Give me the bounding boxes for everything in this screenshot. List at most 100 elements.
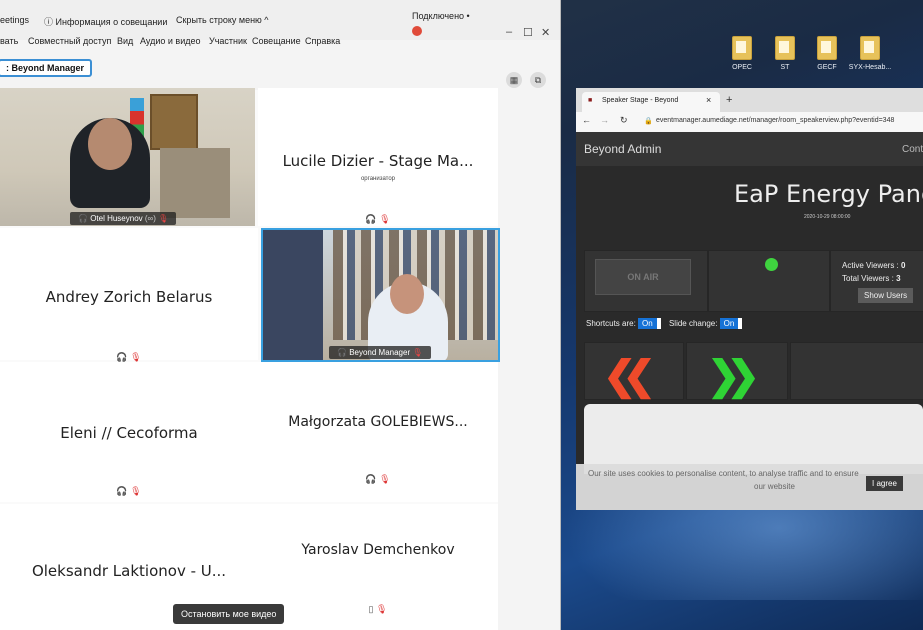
- menu-item-participant[interactable]: Участник: [209, 36, 247, 46]
- browser-tabstrip: ■ Speaker Stage - Beyond × +: [576, 88, 923, 112]
- tab-close-icon[interactable]: ×: [706, 95, 711, 105]
- cookie-link[interactable]: our website: [754, 482, 795, 491]
- mic-muted-icon: 🎧 🎙: [365, 474, 391, 484]
- participant-video-beyond-manager[interactable]: 🎧 Beyond Manager 🎙: [261, 228, 500, 362]
- new-tab-button[interactable]: +: [726, 94, 732, 106]
- next-slide-icon: ❯❯: [707, 354, 760, 398]
- desktop-icon-opec[interactable]: OPEC: [720, 36, 764, 71]
- meeting-info-button[interactable]: ⓘ Информация о совещании: [44, 15, 167, 28]
- mic-muted-icon: 🎧 🎙: [116, 486, 142, 496]
- cookie-banner: Our site uses cookies to personalise con…: [576, 464, 923, 510]
- prev-slide-icon: ❮❮: [603, 354, 656, 398]
- active-viewers-count: 0: [901, 261, 906, 270]
- desktop-icon-label: SYX-Hesab...: [848, 64, 892, 71]
- shortcuts-toggle[interactable]: On: [638, 318, 661, 329]
- total-viewers-count: 3: [896, 274, 901, 283]
- desktop-icon-gecf[interactable]: GECF: [805, 36, 849, 71]
- active-viewers: Active Viewers : 0: [842, 261, 905, 270]
- cookie-agree-button[interactable]: I agree: [866, 476, 903, 491]
- browser-tab[interactable]: ■ Speaker Stage - Beyond ×: [582, 92, 720, 112]
- slide-change-toggle[interactable]: On: [719, 318, 743, 329]
- site-nav-link[interactable]: Cont: [902, 144, 923, 155]
- total-viewers-label: Total Viewers :: [842, 274, 894, 283]
- pop-out-icon[interactable]: ⧉: [530, 72, 546, 88]
- desktop-icon-label: GECF: [817, 64, 837, 71]
- total-viewers: Total Viewers : 3: [842, 274, 901, 283]
- meeting-window: eetings ⓘ Информация о совещании Скрыть …: [0, 0, 561, 630]
- site-favicon-icon: ■: [588, 97, 593, 104]
- participant-name: Andrey Zorich Belarus: [45, 288, 213, 306]
- participant-tile-yaroslav[interactable]: Yaroslav Demchenkov ▯ 🎙: [258, 504, 498, 630]
- participant-name: Małgorzata GOLEBIEWS...: [288, 414, 468, 430]
- mic-muted-icon: 🎧 🎙: [365, 214, 391, 224]
- app-title: eetings: [0, 15, 30, 25]
- site-user: Beyond Admin: [584, 142, 662, 156]
- event-title: EaP Energy Pane: [734, 180, 923, 208]
- url-field[interactable]: eventmanager.aumediage.net/manager/room_…: [656, 117, 894, 124]
- desktop-icon-label: ST: [780, 64, 790, 71]
- curtain: [263, 230, 323, 360]
- participant-name: Eleni // Cecoforma: [60, 424, 198, 442]
- participant-tile-eleni[interactable]: Eleni // Cecoforma 🎧 🎙: [0, 362, 258, 502]
- portrait-frame: [150, 94, 198, 150]
- menu-item-audio-video[interactable]: Аудио и видео: [140, 36, 201, 46]
- site-header: Beyond Admin Cont: [576, 132, 923, 166]
- active-speaker-badge[interactable]: : Beyond Manager: [0, 59, 93, 77]
- live-status-icon: [765, 258, 778, 271]
- connection-status: Подключено •: [412, 11, 470, 36]
- speaker-stage: EaP Energy Pane 2020-10-29 08:00:00 ON A…: [576, 166, 923, 510]
- participant-name: Beyond Manager: [349, 348, 411, 357]
- folder-icon: [860, 36, 880, 60]
- event-date: 2020-10-29 08:00:00: [804, 214, 851, 220]
- stop-video-button[interactable]: Остановить мое видео: [173, 604, 285, 624]
- next-slide-button[interactable]: ❯❯: [686, 342, 788, 400]
- participant-name: Lucile Dizier - Stage Ma...: [282, 152, 474, 170]
- participant-name: Oleksandr Laktionov - U...: [31, 562, 227, 580]
- hide-menu-button[interactable]: Скрыть строку меню ^: [176, 15, 269, 25]
- browser-tab-title: Speaker Stage - Beyond: [602, 97, 679, 104]
- menu-item-help[interactable]: Справка: [305, 36, 340, 46]
- participant-name: Otel Huseynov: [90, 214, 143, 223]
- forward-icon[interactable]: →: [600, 115, 609, 125]
- connection-status-label: Подключено: [412, 11, 465, 21]
- menu-item-file[interactable]: вать: [0, 36, 18, 46]
- browser-window: ■ Speaker Stage - Beyond × + ← → ↻ 🔒 eve…: [576, 88, 923, 510]
- participant-tile-malgorzata[interactable]: Małgorzata GOLEBIEWS... 🎧 🎙: [258, 362, 498, 502]
- reload-icon[interactable]: ↻: [620, 115, 628, 126]
- prev-slide-button[interactable]: ❮❮: [584, 342, 684, 400]
- slide-change-label: Slide change:: [668, 319, 718, 328]
- viewers-panel: Active Viewers : 0 Total Viewers : 3 Sho…: [830, 250, 923, 312]
- lock-icon: 🔒: [644, 118, 653, 125]
- person-face: [390, 274, 424, 314]
- connection-status-icon: [412, 26, 422, 36]
- participant-name: Yaroslav Demchenkov: [301, 542, 455, 558]
- shortcuts-label: Shortcuts are:: [586, 319, 636, 328]
- cabinet: [160, 148, 230, 218]
- folder-icon: [817, 36, 837, 60]
- controls-panel: [790, 342, 923, 400]
- desktop-icon-syx[interactable]: SYX-Hesab...: [848, 36, 892, 71]
- grid-layout-icon[interactable]: ▦: [506, 72, 522, 88]
- back-icon[interactable]: ←: [582, 115, 591, 125]
- mic-muted-icon: ▯ 🎙: [368, 604, 388, 614]
- person-face: [88, 118, 132, 170]
- on-air-panel: ON AIR: [584, 250, 708, 312]
- desktop-icon-st[interactable]: ST: [763, 36, 807, 71]
- folder-icon: [775, 36, 795, 60]
- participant-video-label: 🎧 Otel Huseynov (∞) 🎙: [70, 212, 177, 225]
- status-panel: [708, 250, 830, 312]
- participant-tile-andrey[interactable]: Andrey Zorich Belarus 🎧 🎙: [0, 228, 258, 362]
- participant-tile-lucile[interactable]: Lucile Dizier - Stage Ma... организатор …: [258, 88, 498, 226]
- menu-item-view[interactable]: Вид: [117, 36, 133, 46]
- on-air-button[interactable]: ON AIR: [595, 259, 691, 295]
- participant-video-otel[interactable]: 🎧 Otel Huseynov (∞) 🎙: [0, 88, 255, 226]
- active-viewers-label: Active Viewers :: [842, 261, 899, 270]
- meeting-menubar: вать Совместный доступ Вид Аудио и видео…: [0, 36, 560, 52]
- browser-addressbar: ← → ↻ 🔒 eventmanager.aumediage.net/manag…: [576, 112, 923, 132]
- menu-item-meeting[interactable]: Совещание: [252, 36, 301, 46]
- desktop-icon-label: OPEC: [732, 64, 752, 71]
- cookie-text: Our site uses cookies to personalise con…: [588, 469, 859, 478]
- meeting-titlebar: eetings ⓘ Информация о совещании Скрыть …: [0, 0, 560, 40]
- show-users-button[interactable]: Show Users: [858, 288, 914, 303]
- menu-item-share[interactable]: Совместный доступ: [28, 36, 111, 46]
